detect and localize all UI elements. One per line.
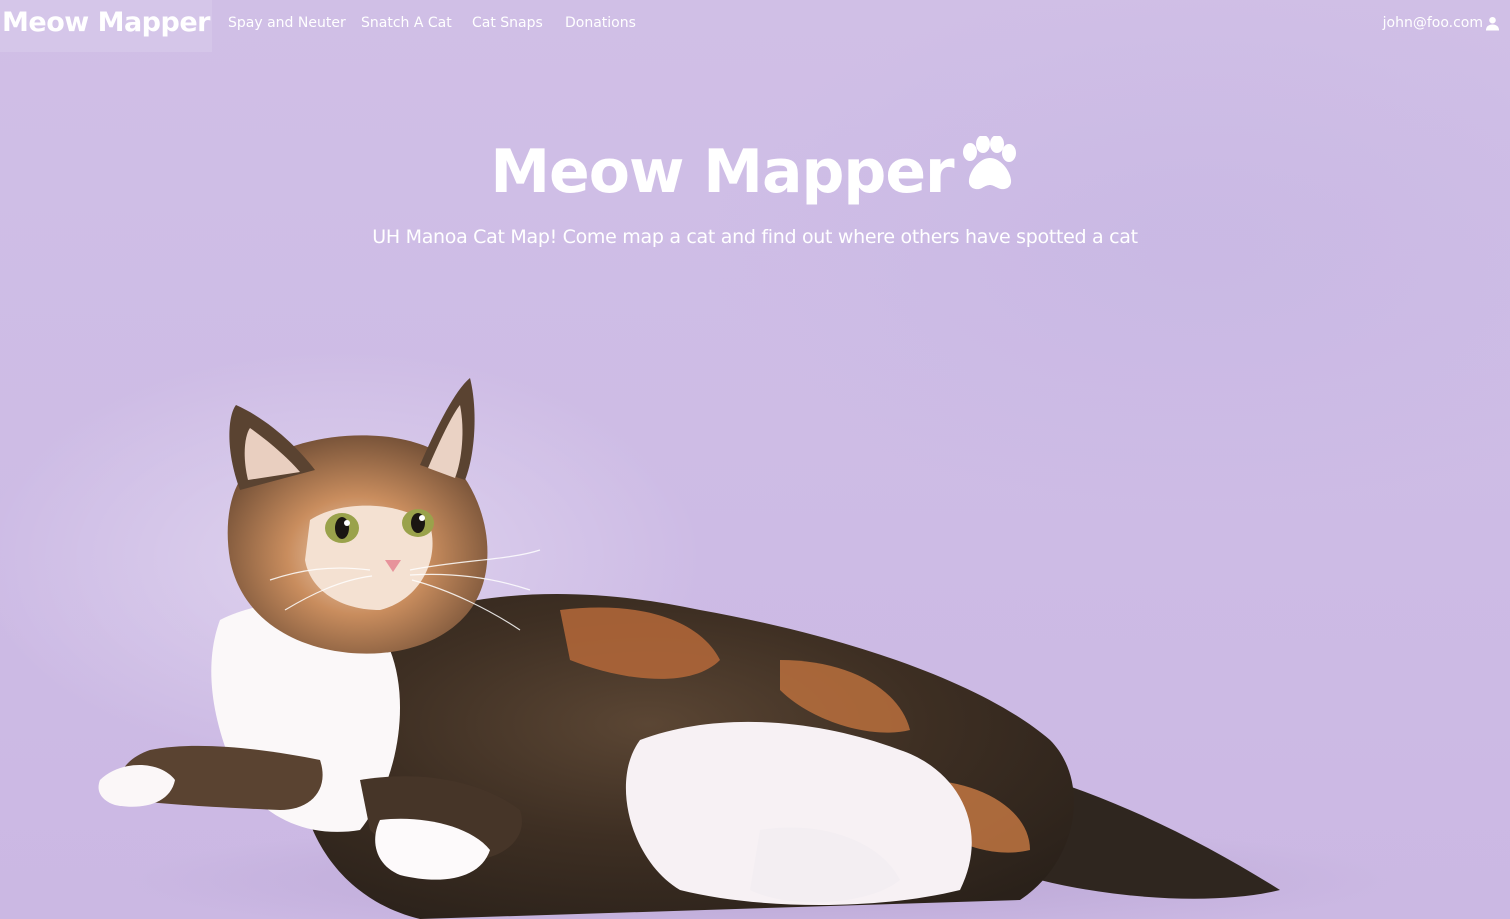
hero-cat-image [98, 378, 1400, 919]
user-icon [1485, 16, 1500, 31]
hero-title-text: Meow Mapper [490, 137, 954, 207]
nav-cat-snaps[interactable]: Cat Snaps [472, 15, 543, 31]
user-menu[interactable]: john@foo.com [1383, 15, 1500, 31]
brand-link[interactable]: Meow Mapper [0, 0, 212, 52]
hero-title: Meow Mapper [0, 135, 1510, 209]
user-email: john@foo.com [1382, 15, 1483, 31]
hero-subtitle: UH Manoa Cat Map! Come map a cat and fin… [372, 226, 1138, 248]
nav-donations[interactable]: Donations [565, 15, 636, 31]
nav-snatch-a-cat[interactable]: Snatch A Cat [361, 15, 452, 31]
nav-spay-neuter[interactable]: Spay and Neuter [228, 15, 346, 31]
paw-icon [956, 135, 1020, 209]
top-navbar: Meow Mapper Spay and Neuter Snatch A Cat… [0, 0, 1510, 52]
landing-page: Meow Mapper Spay and Neuter Snatch A Cat… [0, 0, 1510, 919]
